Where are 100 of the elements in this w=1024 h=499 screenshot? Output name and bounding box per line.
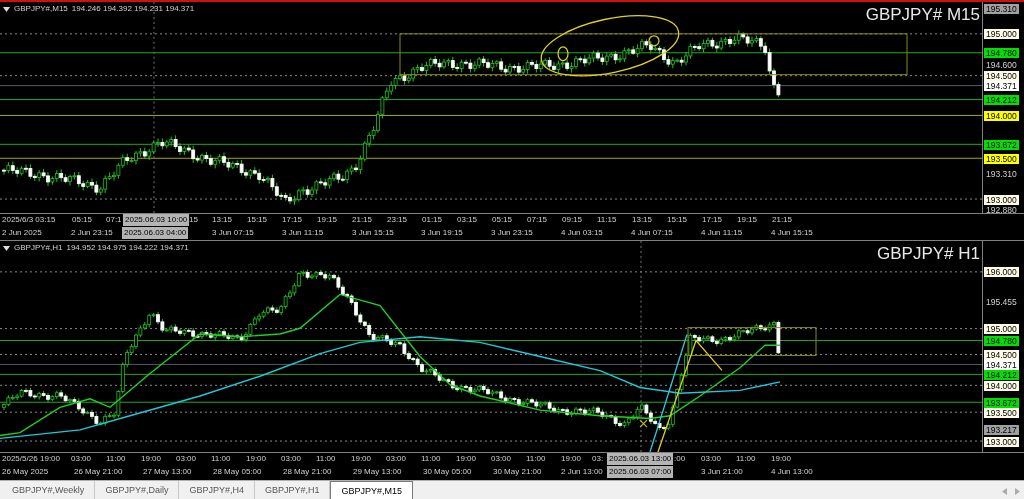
crosshair-time-label: 2025.06.03 10:00 (123, 214, 190, 226)
time-axis-label: 28 May 21:00 (283, 466, 332, 478)
time-axis-label: 11:00 (421, 453, 441, 465)
time-axis-label: 01:15 (422, 214, 443, 226)
price-tag: 195.000 (984, 29, 1019, 39)
price-tag: 193.500 (984, 154, 1019, 164)
time-axis-label: 17:15 (282, 214, 303, 226)
time-axis-label: 03:00 (281, 453, 302, 465)
time-axis-label: 11:00 (526, 453, 546, 465)
chart-tab[interactable]: GBPJPY#,Weekly (2, 481, 96, 499)
price-tag: 194.371 (984, 81, 1019, 91)
time-axis-label: 4 Jun 13:00 (771, 466, 813, 478)
time-axis-label: 30 May 05:00 (423, 466, 472, 478)
time-axis-label: 3 Jun 07:15 (212, 227, 254, 239)
crosshair-time-label: 2025.06.03 13:00 (607, 453, 674, 465)
price-tag: 194.500 (984, 71, 1019, 81)
time-axis-label: 3 Jun 23:15 (491, 227, 533, 239)
price-tag: 194.212 (984, 370, 1019, 380)
time-axis-label: 19:00 (771, 453, 792, 465)
time-axis-label: 03: (592, 453, 604, 465)
time-axis-label: 03:00 (386, 453, 407, 465)
time-axis-label: 2 Jun 23:15 (71, 227, 113, 239)
time-axis-label: 2 Jun 13:00 (561, 466, 603, 478)
time-axis-label: 03:00 (176, 453, 197, 465)
time-axis-label: 4 Jun 15:15 (771, 227, 813, 239)
time-axis-label: 15:15 (667, 214, 688, 226)
time-axis-label: :00 (674, 453, 686, 465)
chart-tab[interactable]: GBPJPY#,H4 (179, 481, 255, 499)
price-tag: 194.780 (984, 336, 1019, 346)
symbol-label: GBPJPY#,M15 (14, 3, 68, 15)
chart-tab[interactable]: GBPJPY#,M15 (330, 481, 413, 499)
crosshair-time-label: 2025.06.03 07:00 (607, 466, 674, 478)
time-axis-label: 29 May 13:00 (353, 466, 402, 478)
time-axis-label: 07:1 (106, 214, 122, 226)
ohlc-values: 194.246 194.392 194.231 194.371 (71, 3, 195, 15)
time-axis-label: 19:15 (317, 214, 338, 226)
ohlc-values: 194.952 194.975 194.222 194.371 (66, 242, 189, 254)
price-axis-label: 193.310 (985, 169, 1018, 179)
time-axis-label: 19:00 (246, 453, 267, 465)
time-axis-label: 15 (189, 214, 198, 226)
price-tag: 193.000 (984, 195, 1019, 205)
time-axis-label: 23:15 (387, 214, 408, 226)
time-axis-label: 05:15 (492, 214, 513, 226)
time-axis-label: 2025/6/3 03:15 (2, 214, 56, 226)
time-axis-label: 11:00 (316, 453, 336, 465)
time-axis-label: 21:15 (352, 214, 373, 226)
time-axis-label: 19:00 (40, 453, 61, 465)
price-tag: 193.000 (984, 437, 1019, 447)
time-axis-label: 19:00 (351, 453, 372, 465)
price-tag: 193.217 (984, 425, 1019, 435)
price-tag: 194.371 (984, 360, 1019, 370)
time-axis-label: 3 Jun 19:15 (421, 227, 463, 239)
time-axis-label: 13:15 (212, 214, 233, 226)
time-axis-label: 19:00 (141, 453, 162, 465)
price-axis-label: 194.600 (985, 60, 1018, 70)
crosshair-time-label: 2025.06.03 04:00 (122, 227, 189, 239)
time-axis-label: 26 May 21:00 (74, 466, 123, 478)
time-axis-label: 11:15 (597, 214, 617, 226)
price-axis-label: 195.455 (985, 297, 1018, 307)
time-axis-label: 3 Jun 11:15 (282, 227, 324, 239)
chart-title: GBPJPY# H1 (877, 244, 980, 264)
time-axis-label: 28 May 05:00 (213, 466, 262, 478)
time-axis-label: 13:15 (632, 214, 653, 226)
price-tag: 194.000 (984, 381, 1019, 391)
time-axis-label: 2025/5/26 (2, 453, 38, 465)
time-axis-label: 21:15 (772, 214, 793, 226)
price-tag: 195.310 (984, 4, 1019, 14)
price-tag: 193.672 (984, 140, 1019, 150)
time-axis-label: 17:15 (702, 214, 723, 226)
time-axis-label: 05:15 (72, 214, 93, 226)
time-axis-label: 03:15 (457, 214, 478, 226)
time-axis-label: 26 May 2025 (2, 466, 49, 478)
time-axis-label: 11:00 (106, 453, 126, 465)
time-axis-label: 09:15 (562, 214, 583, 226)
time-axis-label: 4 Jun 07:15 (631, 227, 673, 239)
time-axis-label: 11:00 (736, 453, 756, 465)
time-axis-label: 3 Jun 15:15 (352, 227, 394, 239)
time-axis-label: 19:00 (561, 453, 582, 465)
time-axis-label: 07:15 (527, 214, 548, 226)
time-axis-label: 03:00 (71, 453, 92, 465)
time-axis-label: 4 Jun 03:15 (561, 227, 603, 239)
time-axis-label: 27 May 13:00 (143, 466, 192, 478)
time-axis-label: 03:00 (491, 453, 512, 465)
price-tag: 196.000 (984, 267, 1019, 277)
time-axis-label: 4 Jun 11:15 (701, 227, 743, 239)
time-axis-label: 19:00 (456, 453, 477, 465)
price-tag: 194.212 (984, 95, 1019, 105)
price-tag: 193.500 (984, 408, 1019, 418)
symbol-label: GBPJPY#,H1 (14, 242, 63, 254)
time-axis-label: 2 Jun 2025 (2, 227, 42, 239)
price-tag: 194.000 (984, 111, 1019, 121)
time-axis-label: 19:15 (737, 214, 758, 226)
price-tag: 195.000 (984, 324, 1019, 334)
time-axis-label: 15:15 (247, 214, 268, 226)
time-axis-label: 30 May 21:00 (493, 466, 542, 478)
chart-tab[interactable]: GBPJPY#,Daily (95, 481, 180, 499)
price-tag: 194.500 (984, 350, 1019, 360)
price-tag: 194.780 (984, 48, 1019, 58)
time-axis-label: 11:00 (211, 453, 231, 465)
price-tag: 193.672 (984, 398, 1019, 408)
